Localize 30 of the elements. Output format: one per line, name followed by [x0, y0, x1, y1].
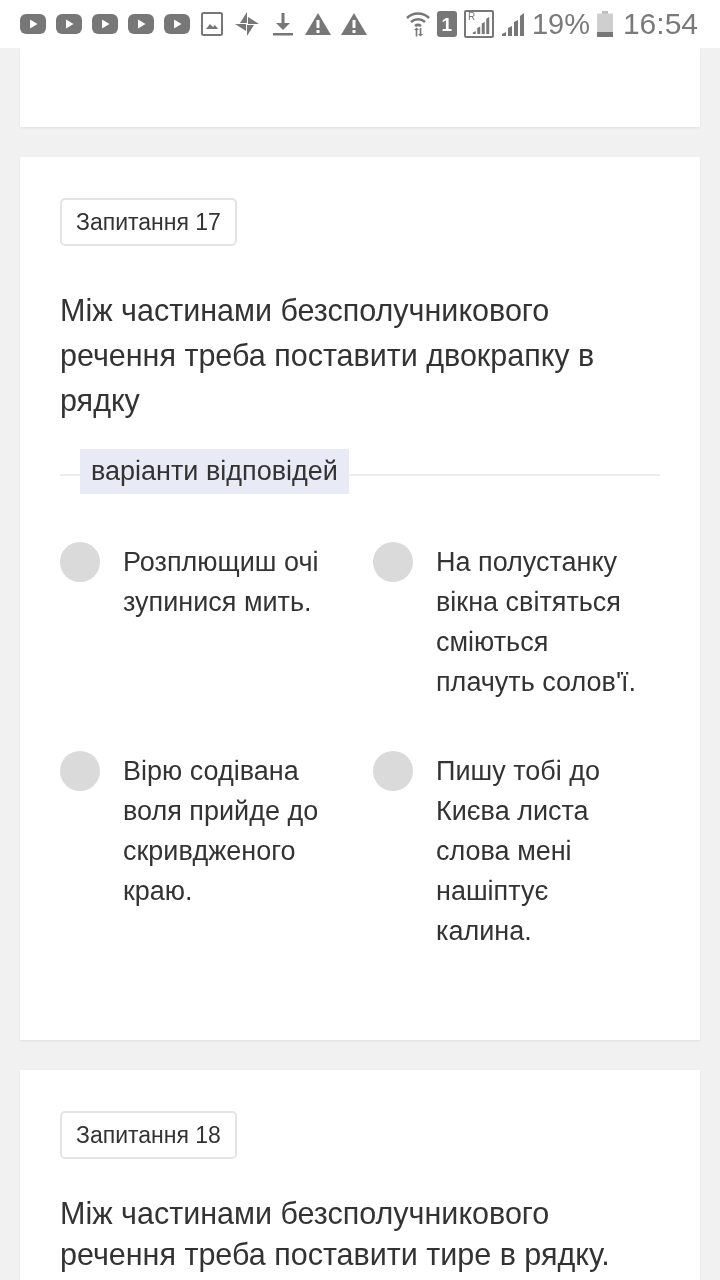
battery-icon	[596, 11, 613, 37]
play-icon	[56, 14, 82, 34]
sim-slot-indicator: 1	[436, 11, 457, 37]
warning-icon	[305, 13, 331, 35]
radio-button[interactable]	[373, 542, 413, 582]
play-icon	[128, 14, 154, 34]
question-text: Між частинами безсполучникового речення треба поставити двокрапку в рядку	[60, 292, 596, 420]
warning-icon	[341, 13, 367, 35]
option-text: Розплющиш очі зупинися мить.	[123, 546, 320, 619]
wifi-icon	[405, 11, 430, 37]
play-icon	[92, 14, 118, 34]
clock-time: 16:54	[622, 9, 698, 39]
question-number: Запитання 17	[60, 198, 237, 246]
option-text: Пишу тобі до Києва листа слова мені нашіптує калина.	[436, 755, 601, 948]
question-number: Запитання 18	[60, 1111, 237, 1159]
radio-button[interactable]	[373, 751, 413, 791]
answers-heading: варіанти відповідей	[80, 449, 349, 494]
signal-icon	[500, 12, 525, 36]
play-icon	[164, 14, 190, 34]
play-icon	[20, 14, 46, 34]
battery-percentage: 19%	[531, 9, 590, 39]
question-text: Між частинами безсполучникового речення треба поставити тире в рядку.	[60, 1195, 611, 1274]
pinwheel-icon	[235, 12, 259, 36]
image-icon	[201, 12, 223, 36]
roaming-label: R	[467, 12, 476, 22]
option-text: На полустанку вікна світяться сміються плачуть солов'ї.	[436, 546, 638, 699]
radio-button[interactable]	[60, 542, 100, 582]
option-text: Вірю содівана воля прийде до скривдженого краю.	[123, 755, 320, 908]
radio-button[interactable]	[60, 751, 100, 791]
download-icon	[272, 12, 294, 36]
